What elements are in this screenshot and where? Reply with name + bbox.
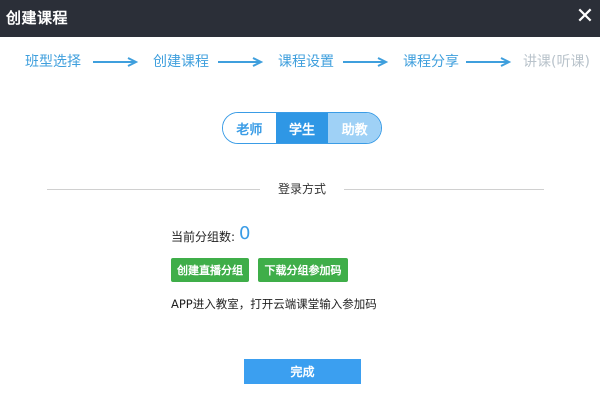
divider-left xyxy=(47,189,260,190)
done-button[interactable]: 完成 xyxy=(244,359,361,384)
title-bar: 创建课程 ✕ xyxy=(0,0,600,37)
role-tab-assistant[interactable]: 助教 xyxy=(328,113,381,143)
role-switch: 老师 学生 助教 xyxy=(222,112,382,144)
close-icon[interactable]: ✕ xyxy=(574,3,596,31)
arrow-right-icon xyxy=(93,57,139,67)
step-lecture: 讲课(听课) xyxy=(523,54,590,70)
step-course-share: 课程分享 xyxy=(403,54,459,70)
group-count-value: 0 xyxy=(239,223,251,244)
join-instructions: APP进入教室，打开云端课堂输入参加码 xyxy=(171,297,377,311)
step-create-course: 创建课程 xyxy=(153,54,209,70)
window-title: 创建课程 xyxy=(6,9,69,27)
arrow-right-icon xyxy=(218,57,264,67)
group-count-label: 当前分组数: xyxy=(171,230,236,244)
login-method-title: 登录方式 xyxy=(277,182,326,196)
create-live-group-button[interactable]: 创建直播分组 xyxy=(171,258,249,282)
role-tab-teacher[interactable]: 老师 xyxy=(223,113,276,143)
role-tab-student[interactable]: 学生 xyxy=(275,113,329,143)
arrow-right-icon xyxy=(343,57,389,67)
arrow-right-icon xyxy=(466,57,512,67)
step-progress: 班型选择 创建课程 课程设置 课程分享 讲课(听课) xyxy=(0,50,600,74)
download-group-code-button[interactable]: 下载分组参加码 xyxy=(258,258,348,282)
step-class-type: 班型选择 xyxy=(25,54,81,70)
step-course-settings: 课程设置 xyxy=(278,54,334,70)
divider-right xyxy=(344,189,544,190)
